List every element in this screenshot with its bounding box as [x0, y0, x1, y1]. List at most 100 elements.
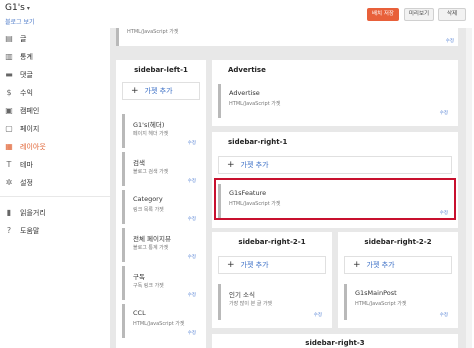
edit-link[interactable]: 수정 — [314, 312, 322, 318]
plus-icon: + — [353, 260, 361, 270]
nav-item-comments[interactable]: ▬ 댓글 — [4, 68, 104, 82]
nav-label: 읽을거리 — [20, 209, 46, 217]
nav-item-campaigns[interactable]: ▣ 캠페인 — [4, 104, 104, 118]
blog-title: G1's — [5, 3, 25, 13]
nav-label: 글 — [20, 35, 27, 43]
scrollbar[interactable] — [466, 28, 472, 348]
gadget-subtitle: 가장 많이 본 글 가젯 — [229, 301, 273, 307]
nav-item-help[interactable]: ? 도움말 — [4, 224, 104, 238]
edit-link[interactable]: 수정 — [188, 254, 196, 260]
reading-list-icon: ▮ — [6, 208, 12, 217]
gadget-popular-posts[interactable]: 인기 소식 가장 많이 본 글 가젯 수정 — [218, 284, 326, 320]
layout-icon: ▦ — [5, 142, 13, 151]
gadget-subscribe[interactable]: 구독 구독 링크 가젯 수정 — [122, 266, 200, 300]
section-title: sidebar-right-2-1 — [238, 238, 306, 246]
edit-link[interactable]: 수정 — [188, 330, 196, 336]
edit-link[interactable]: 수정 — [188, 292, 196, 298]
edit-link[interactable]: 수정 — [446, 38, 454, 44]
gadget-ccl[interactable]: CCL HTML/JavaScript 가젯 수정 — [122, 304, 200, 338]
plus-icon: + — [131, 86, 139, 96]
nav-item-settings[interactable]: ✲ 설정 — [4, 176, 104, 190]
section-title: Advertise — [228, 66, 266, 74]
gadget-title: Advertise — [229, 89, 260, 97]
gadget-top-html[interactable]: HTML/JavaScript 가젯 수정 — [116, 28, 458, 46]
highlight-box — [214, 178, 456, 220]
nav-label: 통계 — [20, 53, 33, 61]
help-icon: ? — [6, 226, 12, 235]
campaigns-icon: ▣ — [5, 106, 13, 115]
add-gadget-label: 가젯 추가 — [240, 261, 269, 269]
edit-link[interactable]: 수정 — [188, 140, 196, 146]
edit-link[interactable]: 수정 — [188, 216, 196, 222]
gadget-subtitle: 구독 링크 가젯 — [133, 283, 164, 289]
gadget-title: 구독 — [133, 273, 145, 281]
nav-item-earnings[interactable]: $ 수익 — [4, 86, 104, 100]
preview-button[interactable]: 미리보기 — [404, 8, 434, 21]
edit-link[interactable]: 수정 — [440, 312, 448, 318]
gadget-title: CCL — [133, 309, 146, 317]
layout-canvas: HTML/JavaScript 가젯 수정 sidebar-left-1 + 가젯… — [110, 28, 472, 348]
gadget-title: Category — [133, 195, 163, 203]
gadget-subtitle: HTML/JavaScript 가젯 — [133, 321, 185, 327]
nav-item-theme[interactable]: T 테마 — [4, 158, 104, 172]
gadget-title: G1's(헤더) — [133, 121, 165, 129]
gadget-subtitle: 블로그 통계 가젯 — [133, 245, 169, 251]
gadget-title: G1sMainPost — [355, 289, 397, 297]
gadget-title: 검색 — [133, 159, 145, 167]
theme-icon: T — [6, 160, 12, 169]
plus-icon: + — [227, 260, 235, 270]
nav-label: 레이아웃 — [20, 143, 46, 151]
gadget-g1smainpost[interactable]: G1sMainPost HTML/JavaScript 가젯 수정 — [344, 284, 452, 320]
nav-label: 수익 — [20, 89, 33, 97]
edit-link[interactable]: 수정 — [188, 178, 196, 184]
gadget-search[interactable]: 검색 블로그 검색 가젯 수정 — [122, 152, 200, 186]
nav-item-pages[interactable]: ▢ 페이지 — [4, 122, 104, 136]
gadget-advertise[interactable]: Advertise HTML/JavaScript 가젯 수정 — [218, 84, 452, 118]
edit-link[interactable]: 수정 — [440, 110, 448, 116]
nav-divider — [0, 196, 110, 197]
gadget-title: 인기 소식 — [229, 291, 255, 299]
view-blog-link[interactable]: 블로그 보기 — [5, 17, 35, 26]
chevron-down-icon[interactable]: ▾ — [27, 5, 30, 12]
blog-selector[interactable]: G1's ▾ — [5, 3, 30, 13]
earnings-icon: $ — [6, 88, 12, 97]
add-gadget-button[interactable]: + 가젯 추가 — [344, 256, 452, 274]
add-gadget-label: 가젯 추가 — [240, 161, 269, 169]
add-gadget-label: 가젯 추가 — [366, 261, 395, 269]
gadget-subtitle: HTML/JavaScript 가젯 — [355, 301, 407, 307]
add-gadget-button[interactable]: + 가젯 추가 — [218, 256, 326, 274]
nav-item-reading-list[interactable]: ▮ 읽을거리 — [4, 206, 104, 220]
stats-icon: ▥ — [5, 52, 13, 61]
nav-item-layout[interactable]: ▦ 레이아웃 — [4, 140, 104, 154]
section-sidebar-right-2-2: sidebar-right-2-2 + 가젯 추가 G1sMainPost HTM… — [338, 232, 458, 328]
section-title: sidebar-left-1 — [134, 66, 188, 74]
gadget-header[interactable]: G1's(헤더) 페이지 헤더 가젯 수정 — [122, 114, 200, 148]
posts-icon: ▤ — [5, 34, 13, 43]
nav-label: 캠페인 — [20, 107, 40, 115]
top-bar: G1's ▾ 블로그 보기 배치 저장 미리보기 삭제 — [0, 0, 474, 28]
add-gadget-button[interactable]: + 가젯 추가 — [218, 156, 452, 174]
gadget-pageviews[interactable]: 전체 페이지뷰 블로그 통계 가젯 수정 — [122, 228, 200, 262]
nav-item-posts[interactable]: ▤ 글 — [4, 32, 104, 46]
nav-label: 도움말 — [20, 227, 40, 235]
section-title: sidebar-right-2-2 — [364, 238, 432, 246]
comments-icon: ▬ — [5, 70, 13, 79]
add-gadget-button[interactable]: + 가젯 추가 — [122, 82, 200, 100]
left-nav: ▤ 글 ▥ 통계 ▬ 댓글 $ 수익 ▣ 캠페인 ▢ 페이지 ▦ 레이아웃 T 테마 ✲ 설정 ▮… — [0, 28, 110, 348]
gadget-title: 전체 페이지뷰 — [133, 235, 171, 243]
section-title: sidebar-right-1 — [228, 138, 288, 146]
delete-button[interactable]: 삭제 — [438, 8, 466, 21]
section-sidebar-left-1: sidebar-left-1 + 가젯 추가 G1's(헤더) 페이지 헤더 가젯… — [116, 60, 206, 348]
pages-icon: ▢ — [5, 124, 13, 133]
nav-label: 테마 — [20, 161, 33, 169]
gadget-subtitle: 링크 목록 가젯 — [133, 207, 164, 213]
section-sidebar-right-3: sidebar-right-3 — [212, 334, 458, 348]
section-sidebar-right-2-1: sidebar-right-2-1 + 가젯 추가 인기 소식 가장 많이 본 글… — [212, 232, 332, 328]
nav-label: 댓글 — [20, 71, 33, 79]
nav-item-stats[interactable]: ▥ 통계 — [4, 50, 104, 64]
gadget-subtitle: HTML/JavaScript 가젯 — [127, 29, 179, 35]
gadget-subtitle: 블로그 검색 가젯 — [133, 169, 169, 175]
save-arrangement-button[interactable]: 배치 저장 — [367, 8, 399, 21]
gadget-subtitle: HTML/JavaScript 가젯 — [229, 101, 281, 107]
gadget-category[interactable]: Category 링크 목록 가젯 수정 — [122, 190, 200, 224]
